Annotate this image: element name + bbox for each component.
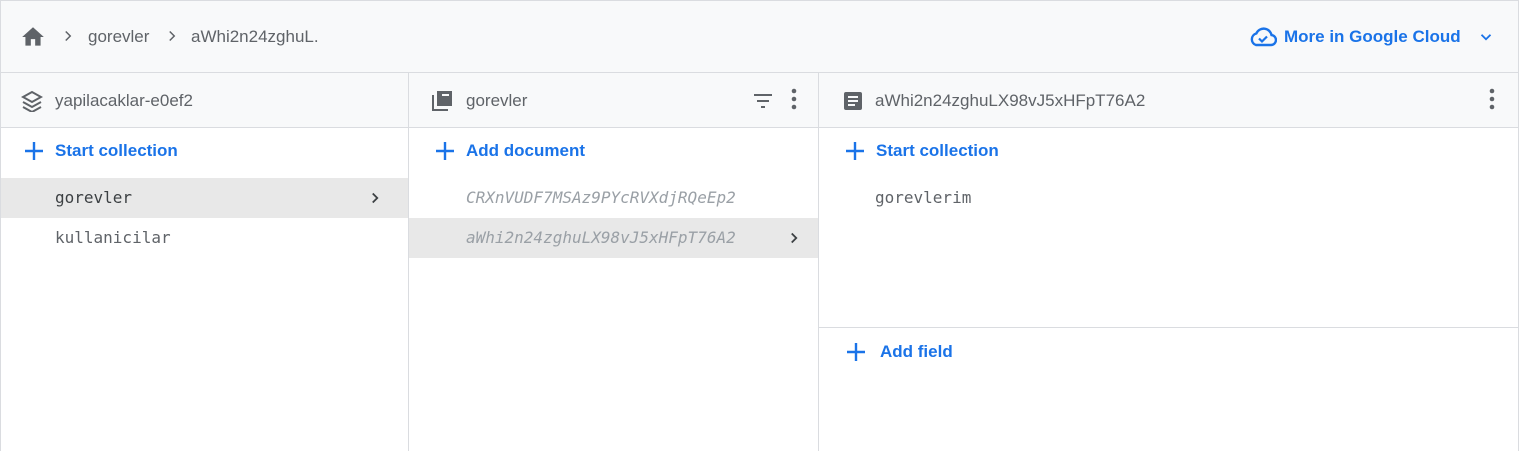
chevron-right-icon	[65, 30, 72, 42]
root-panel-header: yapilacaklar-e0ef2	[1, 73, 408, 128]
filter-icon[interactable]	[751, 89, 775, 113]
more-in-google-cloud-button[interactable]: More in Google Cloud	[1249, 21, 1495, 53]
chevron-right-icon	[791, 232, 798, 244]
plus-icon	[25, 142, 43, 160]
start-subcollection-button[interactable]: Start collection	[844, 140, 999, 162]
breadcrumb: gorevler aWhi2n24zghuL. More in Google C…	[1, 1, 1518, 73]
breadcrumb-item-collection[interactable]: gorevler	[88, 27, 149, 47]
start-collection-label: Start collection	[876, 141, 999, 160]
collection-panel: gorevler Add document CRXnVUDF7MSAz9PYcR…	[409, 73, 819, 451]
start-collection-label: Start collection	[55, 141, 178, 160]
add-field-button[interactable]: Add field	[845, 341, 953, 363]
fields-divider	[819, 327, 1518, 328]
database-layers-icon	[21, 90, 43, 112]
breadcrumb-item-document[interactable]: aWhi2n24zghuL.	[191, 27, 319, 47]
document-id-label: CRXnVUDF7MSAz9PYcRVXdjRQeEp2	[466, 188, 736, 207]
list-item-label: kullanicilar	[55, 228, 171, 247]
firestore-data-viewer: gorevler aWhi2n24zghuL. More in Google C…	[0, 0, 1519, 451]
subcollection-item-gorevlerim[interactable]: gorevlerim	[819, 178, 1518, 218]
document-item[interactable]: CRXnVUDF7MSAz9PYcRVXdjRQeEp2	[409, 178, 818, 218]
cloud-button-label: More in Google Cloud	[1284, 27, 1461, 46]
plus-icon	[847, 343, 865, 361]
document-icon	[844, 92, 862, 110]
more-vert-icon[interactable]	[1486, 87, 1498, 113]
collection-item-gorevler[interactable]: gorevler	[1, 178, 408, 218]
start-collection-button[interactable]: Start collection	[23, 140, 178, 162]
chevron-right-icon	[169, 30, 176, 42]
plus-icon	[436, 142, 454, 160]
list-item-label: gorevler	[55, 188, 133, 207]
add-document-button[interactable]: Add document	[434, 140, 585, 162]
document-panel-header: aWhi2n24zghuLX98vJ5xHFpT76A2	[819, 73, 1518, 128]
collection-icon	[432, 91, 452, 111]
home-icon[interactable]	[20, 24, 46, 50]
document-title: aWhi2n24zghuLX98vJ5xHFpT76A2	[875, 91, 1146, 110]
document-id-label: aWhi2n24zghuLX98vJ5xHFpT76A2	[466, 228, 736, 247]
root-panel: yapilacaklar-e0ef2 Start collection gore…	[1, 73, 409, 451]
document-item-selected[interactable]: aWhi2n24zghuLX98vJ5xHFpT76A2	[409, 218, 818, 258]
chevron-down-icon[interactable]	[1477, 28, 1495, 46]
document-panel: aWhi2n24zghuLX98vJ5xHFpT76A2 Start colle…	[819, 73, 1518, 451]
collection-title: gorevler	[466, 91, 528, 110]
add-document-label: Add document	[466, 141, 585, 160]
add-field-label: Add field	[880, 342, 953, 361]
project-title: yapilacaklar-e0ef2	[55, 91, 193, 110]
collection-item-kullanicilar[interactable]: kullanicilar	[1, 218, 408, 258]
plus-icon	[846, 142, 864, 160]
more-vert-icon[interactable]	[788, 87, 800, 113]
collection-panel-header: gorevler	[409, 73, 818, 128]
chevron-right-icon	[372, 192, 379, 204]
list-item-label: gorevlerim	[875, 188, 972, 207]
cloud-icon	[1250, 27, 1277, 47]
